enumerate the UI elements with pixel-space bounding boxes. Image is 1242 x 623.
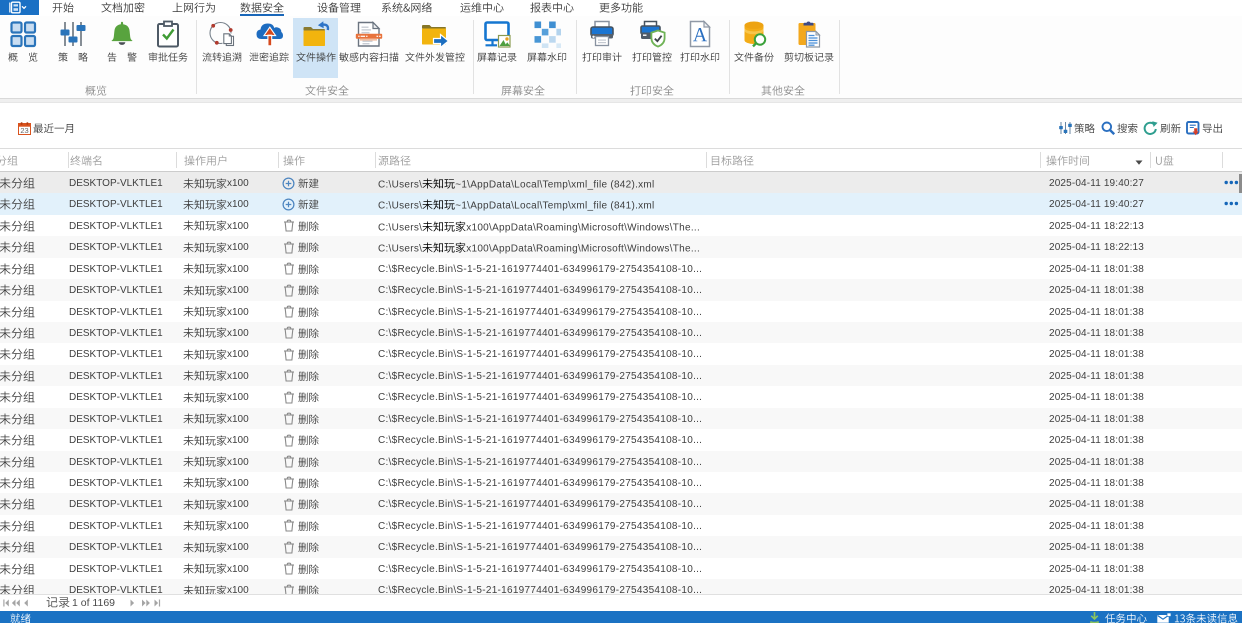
svg-text:23: 23: [20, 126, 28, 135]
